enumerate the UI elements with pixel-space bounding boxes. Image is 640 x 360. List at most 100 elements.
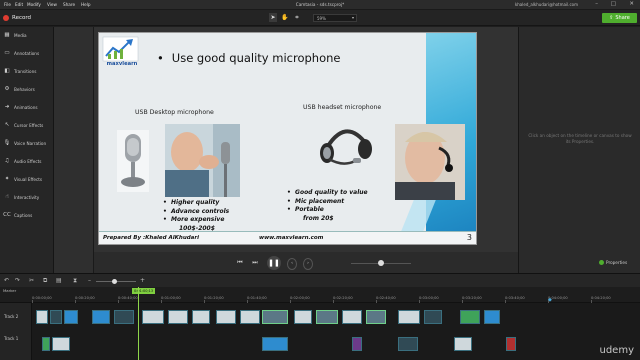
- timeline-zoom-slider[interactable]: [96, 279, 136, 284]
- undo-icon[interactable]: ↶: [4, 277, 9, 284]
- visual-effects-icon: ✦: [4, 176, 10, 182]
- track-lane-1[interactable]: [32, 331, 640, 360]
- zoom-out-icon[interactable]: –: [88, 277, 91, 284]
- sidebar-item-voice-narration[interactable]: 🎙 Voice Narration: [0, 136, 54, 150]
- scrub-handle[interactable]: [378, 260, 384, 266]
- previous-clip-icon[interactable]: ‹: [287, 258, 297, 270]
- sidebar-item-annotations[interactable]: ▭ Annotations: [0, 46, 54, 60]
- sidebar-item-captions[interactable]: CC Captions: [0, 208, 54, 222]
- menu-modify[interactable]: Modify: [27, 2, 41, 7]
- split-icon[interactable]: ⧗: [73, 277, 77, 285]
- crop-icon[interactable]: ⌗: [293, 13, 301, 22]
- redo-icon[interactable]: ↷: [15, 277, 20, 284]
- timeline-clip[interactable]: [506, 337, 516, 351]
- pause-button[interactable]: ❚❚: [267, 256, 281, 270]
- timeline-clip[interactable]: [216, 310, 236, 324]
- ruler-tick-label: 0:03:00;00: [419, 296, 439, 300]
- timeline-clip[interactable]: [342, 310, 362, 324]
- slide-heading-text: Use good quality microphone: [171, 51, 341, 65]
- menu-help[interactable]: Help: [81, 2, 91, 7]
- menu-file[interactable]: File: [4, 2, 11, 7]
- copy-icon[interactable]: ⧉: [43, 277, 47, 285]
- track-header-2[interactable]: Track 2: [0, 303, 32, 331]
- canvas-area[interactable]: maxvlearn • Use good quality microphone U…: [94, 27, 518, 252]
- timeline-clip[interactable]: [168, 310, 188, 324]
- ruler-tick-label: 0:01:00;00: [161, 296, 181, 300]
- maximize-icon[interactable]: □: [611, 1, 616, 8]
- timeline-clip[interactable]: [262, 310, 288, 324]
- sidebar-item-media[interactable]: ▦ Media: [0, 28, 54, 42]
- timeline-clip[interactable]: [294, 310, 312, 324]
- close-icon[interactable]: ✕: [629, 1, 634, 8]
- properties-button[interactable]: Properties: [599, 260, 627, 265]
- cursor-icon: ↖: [4, 122, 10, 128]
- playhead[interactable]: [138, 287, 139, 360]
- playhead-time[interactable]: 0:01:00;13: [132, 288, 156, 294]
- sidebar-item-cursor-effects[interactable]: ↖ Cursor Effects: [0, 118, 54, 132]
- select-arrow-icon[interactable]: ➤: [269, 13, 277, 22]
- user-account[interactable]: khaled_alkhudari@hotmail.com: [515, 2, 578, 7]
- timeline-ruler[interactable]: Marker 0:01:00;13 0:00:00;00 0:00:20;00 …: [0, 287, 640, 303]
- step-back-icon[interactable]: ⏮: [235, 258, 245, 268]
- sidebar-item-animations[interactable]: ➜ Animations: [0, 100, 54, 114]
- sidebar-item-audio-effects[interactable]: ♫ Audio Effects: [0, 154, 54, 168]
- scrub-slider[interactable]: [351, 260, 411, 266]
- timeline-clip[interactable]: [398, 310, 420, 324]
- zoom-in-icon[interactable]: +: [140, 277, 145, 284]
- timeline-clip[interactable]: [240, 310, 260, 324]
- timeline-clip[interactable]: [52, 337, 70, 351]
- menu-view[interactable]: View: [47, 2, 57, 7]
- record-button[interactable]: Record: [3, 13, 31, 23]
- ruler-tick-label: 0:00:00;00: [32, 296, 52, 300]
- list-item: • Good quality to value: [287, 189, 368, 196]
- timeline-clip[interactable]: [36, 310, 48, 324]
- timeline-clip[interactable]: [192, 310, 210, 324]
- sidebar-item-visual-effects[interactable]: ✦ Visual Effects: [0, 172, 54, 186]
- timeline-toolbar: ↶ ↷ ✂ ⧉ ▤ ⧗ – +: [0, 273, 640, 287]
- timeline-clip[interactable]: [454, 337, 472, 351]
- bullet-text: More expensive: [171, 216, 225, 223]
- timeline-clip[interactable]: [50, 310, 62, 324]
- paste-icon[interactable]: ▤: [56, 277, 62, 284]
- sidebar-item-interactivity[interactable]: ☝ Interactivity: [0, 190, 54, 204]
- properties-label: Properties: [606, 260, 628, 265]
- track-header-1[interactable]: Track 1: [0, 331, 32, 360]
- bullet-icon: •: [157, 51, 164, 65]
- timeline-clip[interactable]: [262, 337, 288, 351]
- person-headset-image: [395, 124, 465, 200]
- timeline-clip[interactable]: [484, 310, 500, 324]
- list-item: • More expensive: [163, 216, 225, 223]
- menu-share[interactable]: Share: [63, 2, 75, 7]
- timeline-clip[interactable]: [424, 310, 442, 324]
- timeline-clip[interactable]: [398, 337, 418, 351]
- step-forward-icon[interactable]: ⏭: [250, 258, 260, 268]
- audio-icon: ♫: [4, 158, 10, 164]
- bullet-text: Mic placement: [295, 197, 345, 205]
- next-clip-icon[interactable]: ›: [303, 258, 313, 270]
- minimize-icon[interactable]: –: [595, 1, 598, 8]
- timeline-clip[interactable]: [114, 310, 134, 324]
- timeline-clip[interactable]: [42, 337, 50, 351]
- sidebar-item-behaviors[interactable]: ⚙ Behaviors: [0, 82, 54, 96]
- sidebar-item-transitions[interactable]: ◧ Transitions: [0, 64, 54, 78]
- timeline-zoom-handle[interactable]: [112, 279, 117, 284]
- list-item: • Portable: [287, 206, 324, 213]
- menu-edit[interactable]: Edit: [15, 2, 23, 7]
- zoom-select[interactable]: 59% ▾: [313, 14, 357, 22]
- timeline-clip[interactable]: [316, 310, 338, 324]
- timeline-clip[interactable]: [460, 310, 480, 324]
- sidebar-item-label: Animations: [14, 104, 38, 110]
- track-lane-2[interactable]: [32, 303, 640, 331]
- annotation-icon: ▭: [4, 50, 10, 56]
- pan-hand-icon[interactable]: ✋: [281, 13, 289, 22]
- sidebar-item-label: Annotations: [14, 50, 40, 56]
- timeline-clip[interactable]: [366, 310, 386, 324]
- timeline-clip[interactable]: [352, 337, 362, 351]
- share-button[interactable]: ⇪ Share: [602, 13, 637, 23]
- timeline-clip[interactable]: [92, 310, 110, 324]
- film-icon: ▦: [4, 32, 10, 38]
- timeline-clip[interactable]: [64, 310, 78, 324]
- timeline-clip[interactable]: [142, 310, 164, 324]
- slide-preview[interactable]: maxvlearn • Use good quality microphone U…: [98, 32, 477, 245]
- cut-icon[interactable]: ✂: [29, 277, 34, 284]
